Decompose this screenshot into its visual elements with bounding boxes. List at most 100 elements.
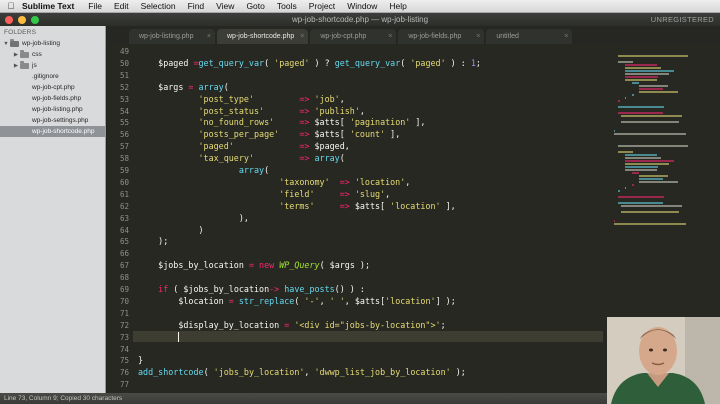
- minimap-line: [617, 196, 664, 198]
- minimap-line: [624, 166, 658, 168]
- close-tab-icon[interactable]: ×: [388, 33, 392, 40]
- minimap-line: [639, 88, 664, 90]
- minimap-line: [617, 61, 633, 63]
- line-number: 53: [119, 94, 129, 104]
- code-line[interactable]: $jobs_by_location = new WP_Query( $args …: [138, 260, 370, 270]
- code-line[interactable]: 'taxonomy' => 'location',: [138, 177, 410, 187]
- line-number: 64: [119, 225, 129, 235]
- menu-file[interactable]: File: [88, 1, 102, 11]
- close-tab-icon[interactable]: ×: [564, 33, 568, 40]
- code-line[interactable]: 'post_status' => 'publish',: [138, 106, 365, 116]
- minimap-line: [624, 169, 657, 171]
- minimap-line: [617, 145, 688, 147]
- menu-window[interactable]: Window: [347, 1, 377, 11]
- minimap-line: [621, 205, 682, 207]
- sidebar-item-label: wp-job-listing.php: [32, 106, 83, 113]
- line-number: 77: [119, 380, 129, 390]
- menu-bar:  Sublime Text File Edit Selection Find …: [0, 0, 720, 13]
- presenter-image: [607, 317, 720, 404]
- menu-tools[interactable]: Tools: [277, 1, 297, 11]
- code-line[interactable]: [138, 332, 178, 342]
- code-line[interactable]: $display_by_location = '<div id="jobs-by…: [138, 320, 445, 330]
- code-line[interactable]: 'no_found_rows' => $atts[ 'pagination' ]…: [138, 117, 426, 127]
- minimap-line: [621, 211, 680, 213]
- code-line[interactable]: 'terms' => $atts[ 'location' ],: [138, 201, 456, 211]
- tab-wp-job-cpt[interactable]: wp-job-cpt.php ×: [310, 29, 397, 44]
- code-line[interactable]: $location = str_replace( '-', ' ', $atts…: [138, 296, 455, 306]
- code-line[interactable]: $paged =get_query_var( 'paged' ) ? get_q…: [138, 58, 481, 68]
- line-number: 60: [119, 177, 129, 187]
- minimap-line: [614, 223, 686, 225]
- code-line[interactable]: 'tax_query' => array(: [138, 153, 345, 163]
- code-line[interactable]: add_shortcode( 'jobs_by_location', 'dwwp…: [138, 367, 466, 377]
- minimap-line: [617, 112, 663, 114]
- close-tab-icon[interactable]: ×: [476, 33, 480, 40]
- line-number: 63: [119, 213, 129, 223]
- disclosure-closed-icon[interactable]: ▶: [12, 63, 20, 69]
- sidebar-item-wp-job-settings[interactable]: wp-job-settings.php: [0, 115, 105, 126]
- line-number-gutter: 49 50 51 52 53 54 55 56 57 58 59 60 61 62 63 64 65 66 67 68…: [107, 44, 133, 393]
- minimap-line: [639, 175, 668, 177]
- menu-selection[interactable]: Selection: [141, 1, 176, 11]
- sidebar-item-label: wp-job-settings.php: [32, 117, 89, 124]
- code-line[interactable]: ): [138, 225, 204, 235]
- code-line[interactable]: 'posts_per_page' => $atts[ 'count' ],: [138, 129, 401, 139]
- minimap-line: [624, 163, 669, 165]
- minimap-line: [617, 106, 664, 108]
- minimap-line: [624, 70, 675, 72]
- tab-label: wp-job-cpt.php: [320, 33, 367, 40]
- sidebar-item-wp-job-shortcode[interactable]: wp-job-shortcode.php: [0, 126, 105, 137]
- line-number: 52: [119, 82, 129, 92]
- code-line[interactable]: 'post_type' => 'job',: [138, 94, 345, 104]
- folder-open-icon: [10, 38, 19, 47]
- minimap-line: [621, 115, 682, 117]
- sidebar-item-gitignore[interactable]: .gitignore: [0, 71, 105, 82]
- line-number: 50: [119, 58, 129, 68]
- sidebar-item-wp-job-cpt[interactable]: wp-job-cpt.php: [0, 82, 105, 93]
- minimap-line: [617, 100, 620, 102]
- sidebar-item-wp-job-listing[interactable]: wp-job-listing.php: [0, 104, 105, 115]
- minimap-line: [617, 190, 620, 192]
- line-number: 54: [119, 106, 129, 116]
- code-line[interactable]: 'field' => 'slug',: [138, 189, 390, 199]
- menu-view[interactable]: View: [216, 1, 234, 11]
- line-number: 51: [119, 70, 129, 80]
- minimap-line: [614, 130, 616, 132]
- code-line[interactable]: if ( $jobs_by_location-> have_posts() ) …: [138, 284, 365, 294]
- text-cursor: [178, 331, 180, 342]
- menu-find[interactable]: Find: [188, 1, 205, 11]
- sidebar-item-js[interactable]: ▶ js: [0, 60, 105, 71]
- sidebar: FOLDERS ▼ wp-job-listing ▶ css ▶ js .git…: [0, 26, 106, 393]
- line-number: 73: [119, 332, 129, 342]
- code-line[interactable]: }: [138, 355, 143, 365]
- current-line-highlight: [133, 330, 603, 343]
- menu-help[interactable]: Help: [389, 1, 406, 11]
- minimap-line: [639, 91, 678, 93]
- tab-wp-job-fields[interactable]: wp-job-fields.php ×: [398, 29, 485, 44]
- code-line[interactable]: array(: [138, 165, 269, 175]
- minimap-line: [624, 64, 657, 66]
- menu-goto[interactable]: Goto: [246, 1, 264, 11]
- code-line[interactable]: 'paged' => $paged,: [138, 141, 350, 151]
- code-line[interactable]: ),: [138, 213, 249, 223]
- code-line[interactable]: );: [138, 236, 168, 246]
- minimap-line: [624, 97, 626, 99]
- line-number: 68: [119, 273, 129, 283]
- disclosure-open-icon[interactable]: ▼: [2, 41, 10, 47]
- app-menu[interactable]: Sublime Text: [22, 1, 74, 11]
- sidebar-project-folder[interactable]: ▼ wp-job-listing: [0, 38, 105, 49]
- close-tab-icon[interactable]: ×: [207, 33, 211, 40]
- tab-wp-job-listing[interactable]: wp-job-listing.php ×: [129, 29, 215, 44]
- menu-project[interactable]: Project: [309, 1, 335, 11]
- tab-wp-job-shortcode[interactable]: wp-job-shortcode.php ×: [217, 29, 309, 44]
- close-tab-icon[interactable]: ×: [300, 33, 304, 40]
- apple-icon[interactable]: : [0, 1, 22, 11]
- sidebar-item-wp-job-fields[interactable]: wp-job-fields.php: [0, 93, 105, 104]
- line-number: 62: [119, 201, 129, 211]
- menu-edit[interactable]: Edit: [114, 1, 129, 11]
- sidebar-item-css[interactable]: ▶ css: [0, 49, 105, 60]
- tab-untitled[interactable]: untitled ×: [486, 29, 573, 44]
- line-number: 72: [119, 320, 129, 330]
- code-line[interactable]: $args = array(: [138, 82, 229, 92]
- disclosure-closed-icon[interactable]: ▶: [12, 52, 20, 58]
